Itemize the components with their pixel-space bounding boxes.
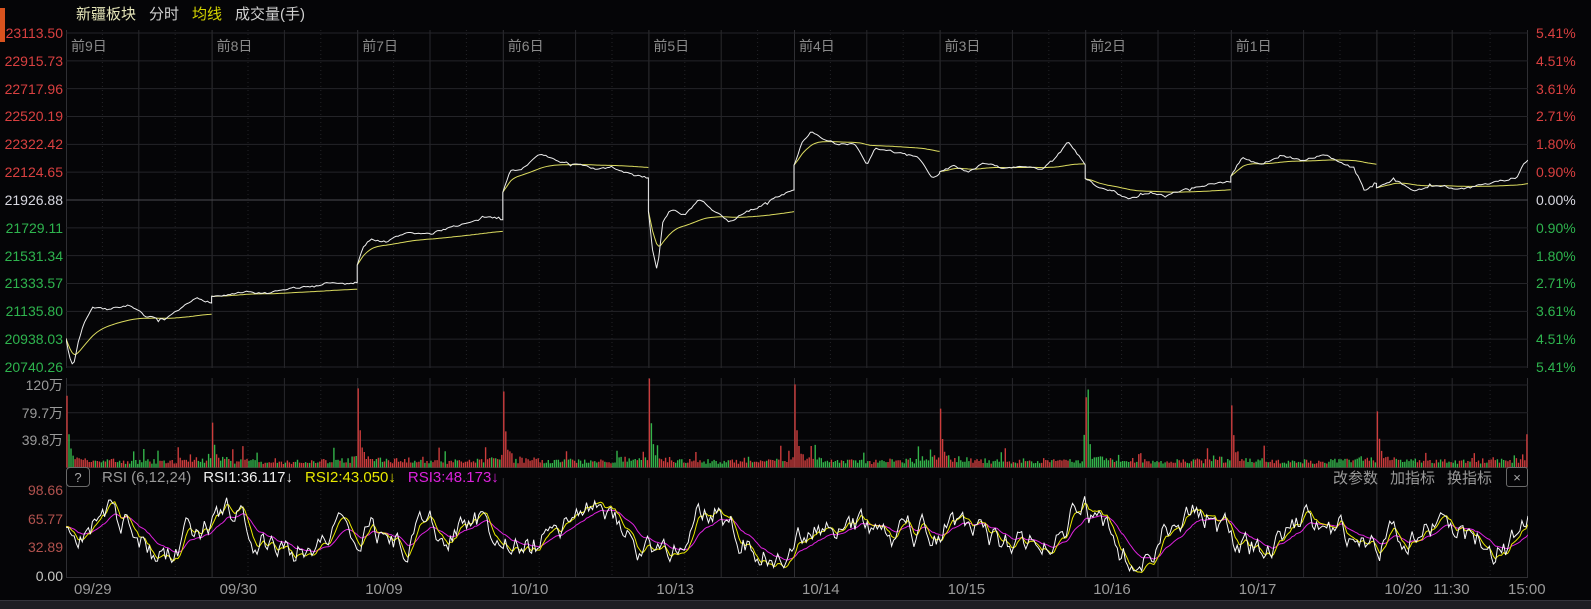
price-axis-label: 21135.80 bbox=[1, 303, 63, 319]
add-indicator-button[interactable]: 加指标 bbox=[1390, 467, 1435, 488]
percent-axis-label: 0.00% bbox=[1536, 192, 1576, 208]
price-axis-label: 21729.11 bbox=[1, 220, 63, 236]
percent-axis-label: 5.41% bbox=[1536, 25, 1576, 41]
price-axis-label: 20938.03 bbox=[1, 331, 63, 347]
price-axis-label: 21333.57 bbox=[1, 275, 63, 291]
rsi-axis-label: 32.89 bbox=[1, 539, 63, 555]
date-label: 10/10 bbox=[511, 581, 549, 598]
main-price-chart[interactable] bbox=[66, 30, 1528, 368]
day-label: 前1日 bbox=[1236, 36, 1272, 56]
rsi-axis-label: 98.66 bbox=[1, 482, 63, 498]
day-label: 前5日 bbox=[653, 36, 689, 56]
switch-indicator-button[interactable]: 换指标 bbox=[1447, 467, 1492, 488]
day-label: 前6日 bbox=[508, 36, 544, 56]
date-label: 10/09 bbox=[365, 581, 403, 598]
day-label: 前7日 bbox=[362, 36, 398, 56]
rsi3-value: RSI3:48.173↓ bbox=[408, 469, 499, 486]
price-axis-label: 22915.73 bbox=[1, 53, 63, 69]
volume-axis-label: 79.7万 bbox=[1, 405, 63, 421]
price-axis-label: 21926.88 bbox=[1, 192, 63, 208]
day-label: 前2日 bbox=[1090, 36, 1126, 56]
stock-chart-app: 新疆板块 分时 均线 成交量(手) ? RSI (6,12,24) RSI1:3… bbox=[0, 0, 1591, 609]
percent-axis-label: 1.80% bbox=[1536, 248, 1576, 264]
date-label: 10/16 bbox=[1093, 581, 1131, 598]
percent-axis-label: 1.80% bbox=[1536, 136, 1576, 152]
time-label-1130: 11:30 bbox=[1433, 581, 1469, 598]
percent-axis-label: 0.90% bbox=[1536, 164, 1576, 180]
date-label: 10/20 bbox=[1384, 581, 1422, 598]
percent-axis-label: 4.51% bbox=[1536, 53, 1576, 69]
day-label: 前8日 bbox=[217, 36, 253, 56]
price-axis-label: 23113.50 bbox=[1, 25, 63, 41]
rsi2-value: RSI2:43.050↓ bbox=[305, 469, 396, 486]
percent-axis-label: 0.90% bbox=[1536, 220, 1576, 236]
percent-axis-label: 4.51% bbox=[1536, 331, 1576, 347]
rsi-chart[interactable] bbox=[66, 478, 1528, 578]
tab-minute-chart[interactable]: 分时 bbox=[149, 5, 179, 25]
rsi-axis-label: 0.00 bbox=[1, 568, 63, 584]
date-label: 09/29 bbox=[74, 581, 112, 598]
percent-axis-label: 3.61% bbox=[1536, 81, 1576, 97]
price-axis-label: 22124.65 bbox=[1, 164, 63, 180]
rsi-help-button[interactable]: ? bbox=[66, 467, 90, 487]
price-axis-label: 21531.34 bbox=[1, 248, 63, 264]
day-label: 前4日 bbox=[799, 36, 835, 56]
volume-chart[interactable] bbox=[66, 378, 1528, 468]
price-axis-label: 22520.19 bbox=[1, 108, 63, 124]
date-label: 10/15 bbox=[948, 581, 986, 598]
percent-axis-label: 5.41% bbox=[1536, 359, 1576, 375]
volume-axis-label: 39.8万 bbox=[1, 432, 63, 448]
date-label: 09/30 bbox=[220, 581, 258, 598]
rsi-title: RSI (6,12,24) bbox=[102, 469, 191, 486]
day-label: 前3日 bbox=[945, 36, 981, 56]
price-axis-label: 20740.26 bbox=[1, 359, 63, 375]
stock-name-title: 新疆板块 bbox=[76, 5, 136, 25]
day-label: 前9日 bbox=[71, 36, 107, 56]
header-tabs: 新疆板块 分时 均线 成交量(手) bbox=[76, 5, 305, 25]
price-axis-label: 22717.96 bbox=[1, 81, 63, 97]
rsi-axis-label: 65.77 bbox=[1, 511, 63, 527]
rsi-header: ? RSI (6,12,24) RSI1:36.117↓ RSI2:43.050… bbox=[66, 466, 1528, 488]
price-axis-label: 22322.42 bbox=[1, 136, 63, 152]
bottom-bar bbox=[0, 600, 1591, 609]
date-label: 10/14 bbox=[802, 581, 840, 598]
rsi1-value: RSI1:36.117↓ bbox=[203, 469, 293, 486]
time-label-1500: 15:00 bbox=[1508, 581, 1546, 598]
percent-axis-label: 2.71% bbox=[1536, 108, 1576, 124]
date-label: 10/17 bbox=[1239, 581, 1277, 598]
percent-axis-label: 3.61% bbox=[1536, 303, 1576, 319]
change-params-button[interactable]: 改参数 bbox=[1333, 467, 1378, 488]
tab-volume[interactable]: 成交量(手) bbox=[235, 5, 305, 25]
date-label: 10/13 bbox=[656, 581, 694, 598]
close-indicator-button[interactable]: × bbox=[1506, 467, 1528, 487]
percent-axis-label: 2.71% bbox=[1536, 275, 1576, 291]
tab-moving-average[interactable]: 均线 bbox=[192, 5, 222, 25]
volume-axis-label: 120万 bbox=[1, 377, 63, 393]
